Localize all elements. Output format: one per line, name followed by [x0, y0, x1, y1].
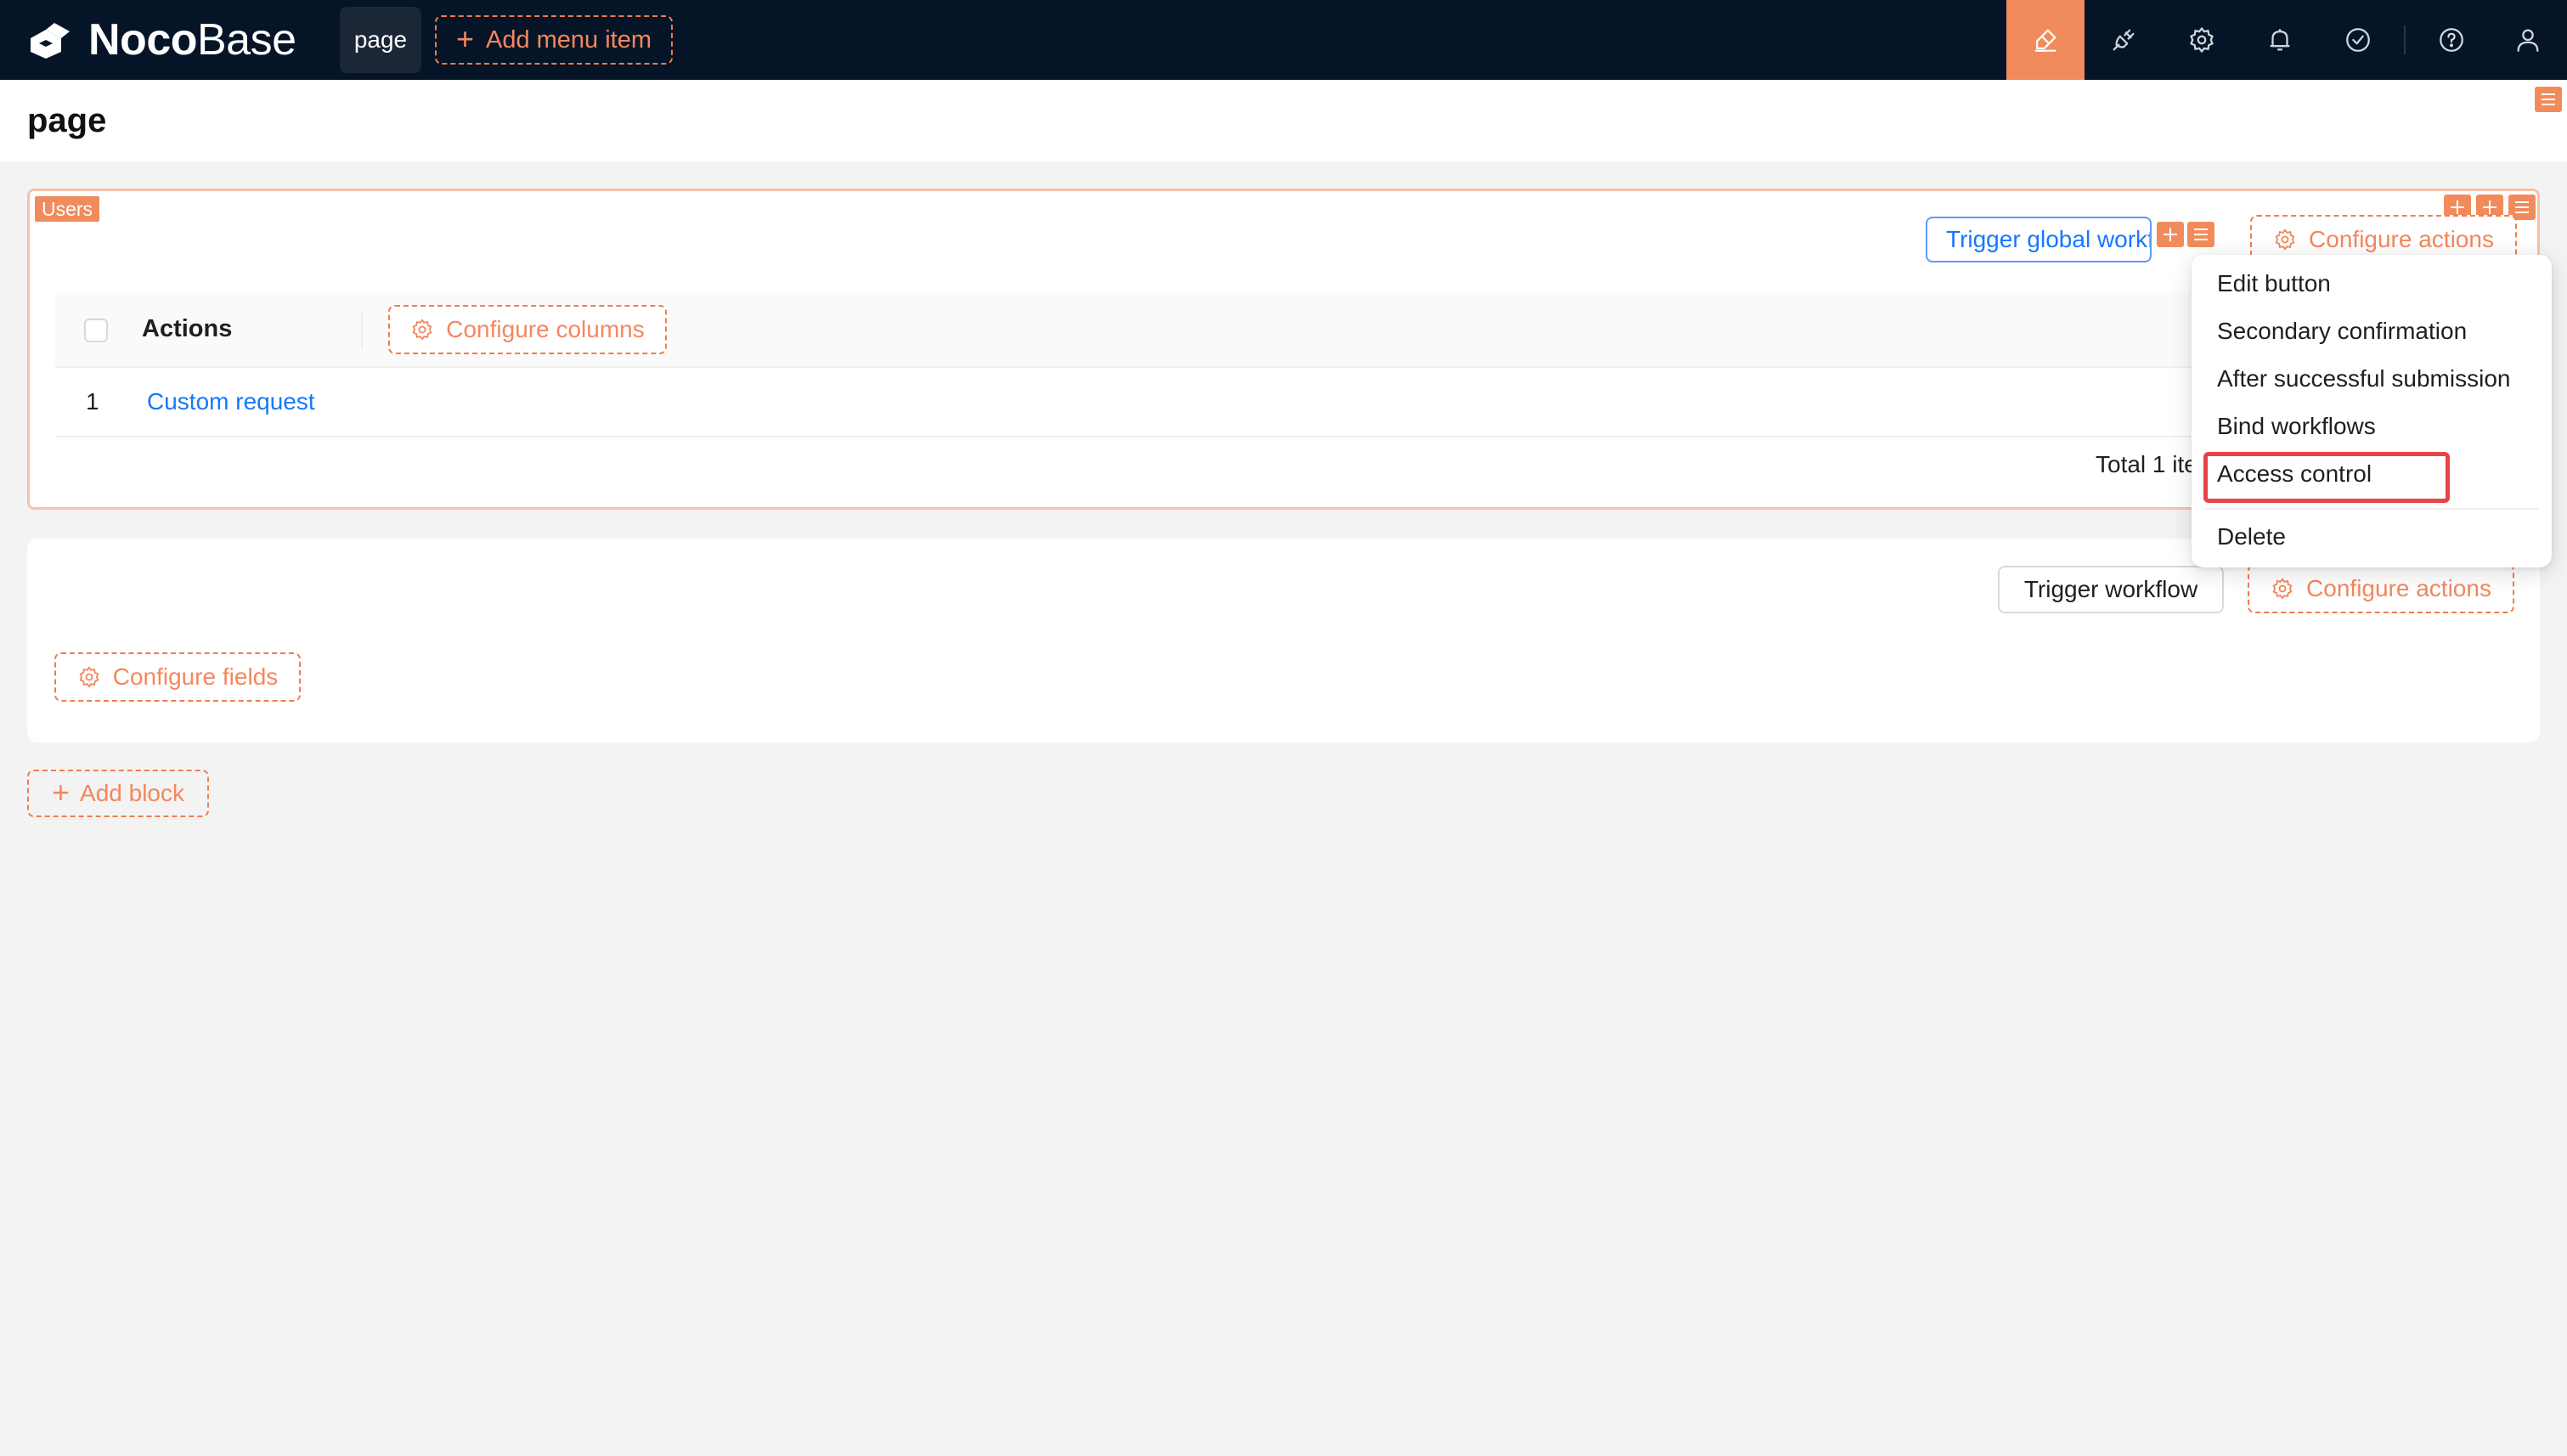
move-icon — [2451, 200, 2464, 214]
settings-icon — [2275, 229, 2295, 251]
settings-icon — [2190, 26, 2214, 54]
add-menu-item-button[interactable]: + Add menu item — [435, 15, 673, 65]
ui-editor-icon — [2034, 29, 2056, 52]
menu-item-edit-button[interactable]: Edit button — [2217, 270, 2331, 297]
menu-icon — [2542, 93, 2555, 105]
logo-text-bold: Noco — [88, 15, 198, 65]
page-settings-button[interactable] — [2535, 87, 2562, 112]
ui-editor-button[interactable] — [2006, 0, 2085, 80]
add-block-label: Add block — [80, 780, 184, 806]
trigger-workflow-button[interactable]: Trigger workflow — [1998, 566, 2224, 613]
configure-fields-label: Configure fields — [112, 663, 279, 690]
plus-icon — [2164, 228, 2177, 241]
action-drag-button[interactable] — [2157, 222, 2184, 247]
logo-cube-icon — [31, 23, 70, 59]
select-all-checkbox[interactable] — [84, 319, 108, 342]
bell-icon — [2270, 29, 2290, 51]
configure-columns-button[interactable]: Configure columns — [388, 305, 667, 354]
action-settings-button[interactable] — [2187, 222, 2214, 247]
menu-icon — [2515, 201, 2529, 213]
column-header-actions: Actions — [142, 315, 233, 342]
block-label: Users — [35, 196, 100, 222]
custom-request-link[interactable]: Custom request — [147, 388, 315, 415]
user-menu-button[interactable] — [2489, 0, 2567, 80]
configure-fields-button[interactable]: Configure fields — [54, 652, 301, 702]
toolbar-divider — [2404, 25, 2406, 54]
notifications-button[interactable] — [2241, 0, 2319, 80]
table-row: 1 Custom request — [55, 368, 2519, 437]
trigger-global-workflow-button[interactable]: Trigger global workflow — [1926, 217, 2152, 262]
page-header: page — [0, 80, 2567, 161]
configure-actions-label: Configure actions — [2309, 226, 2494, 252]
help-button[interactable] — [2412, 0, 2491, 80]
nocobase-logo[interactable]: NocoBase — [25, 15, 296, 65]
menu-item-after-successful-submission[interactable]: After successful submission — [2217, 365, 2510, 392]
logo-text-light: Base — [197, 15, 296, 65]
top-navbar: NocoBase page + Add menu item — [0, 0, 2567, 80]
plugin-manager-button[interactable] — [2085, 0, 2163, 80]
menu-item-delete[interactable]: Delete — [2217, 523, 2286, 550]
plus-icon: + — [52, 774, 71, 810]
action-settings-dropdown: Edit button Secondary confirmation After… — [2192, 255, 2552, 567]
configure-columns-label: Configure columns — [446, 316, 645, 342]
configure-actions-label: Configure actions — [2306, 575, 2491, 601]
add-menu-item-label: Add menu item — [485, 25, 652, 54]
settings-icon — [79, 666, 99, 688]
plugin-icon — [2113, 29, 2135, 51]
row-index: 1 — [86, 388, 99, 415]
plus-icon — [2483, 200, 2496, 214]
plus-icon: + — [455, 20, 474, 56]
add-block-button[interactable]: + Add block — [27, 770, 209, 817]
configure-actions-button[interactable]: Configure actions — [2248, 564, 2514, 613]
page-title: page — [27, 102, 107, 139]
user-icon — [2517, 29, 2539, 52]
form-block: Trigger workflow Configure actions Confi… — [27, 539, 2540, 742]
users-table-block: Users Trigger global workflow Configure … — [27, 189, 2540, 510]
tasks-button[interactable] — [2319, 0, 2397, 80]
help-icon — [2440, 28, 2463, 52]
menu-divider — [2205, 508, 2538, 510]
menu-item-bind-workflows[interactable]: Bind workflows — [2217, 413, 2376, 440]
nav-item-page[interactable]: page — [340, 7, 421, 73]
menu-icon — [2194, 229, 2208, 240]
menu-item-secondary-confirmation[interactable]: Secondary confirmation — [2217, 318, 2467, 345]
check-circle-icon — [2346, 28, 2370, 52]
settings-button[interactable] — [2163, 0, 2241, 80]
settings-icon — [2272, 578, 2293, 600]
highlight-box — [2203, 452, 2450, 503]
settings-icon — [412, 319, 432, 341]
column-divider — [361, 312, 363, 349]
table-header: Actions Configure columns — [55, 293, 2519, 368]
